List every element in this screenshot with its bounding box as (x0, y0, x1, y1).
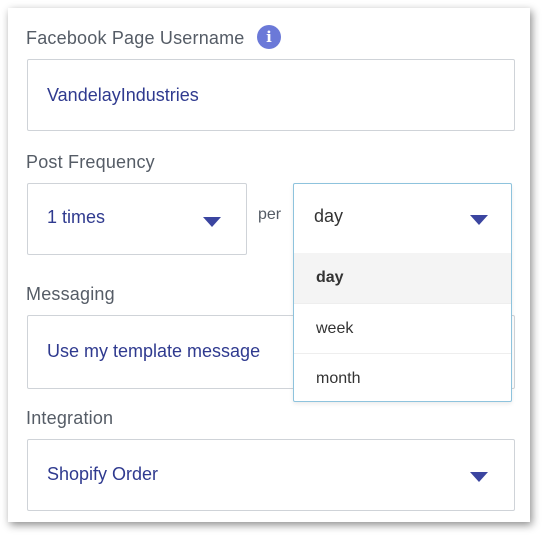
facebook-username-label: Facebook Page Username (26, 28, 245, 48)
period-option-month[interactable]: month (294, 353, 511, 403)
times-select[interactable]: 1 times (27, 183, 247, 255)
chevron-down-icon (470, 215, 488, 225)
messaging-label: Messaging (26, 284, 115, 304)
period-options-list: day week month (294, 253, 511, 403)
period-option-week[interactable]: week (294, 303, 511, 353)
messaging-value: Use my template message (47, 341, 261, 361)
facebook-username-field[interactable]: VandelayIndustries (27, 59, 515, 131)
times-value: 1 times (47, 207, 106, 227)
chevron-down-icon (470, 472, 488, 482)
integration-select[interactable]: Shopify Order (27, 439, 515, 511)
post-frequency-label: Post Frequency (26, 152, 155, 172)
per-label: per (258, 206, 282, 223)
facebook-username-value: VandelayIndustries (47, 85, 199, 105)
period-option-day[interactable]: day (294, 253, 511, 303)
integration-label: Integration (26, 408, 114, 428)
period-select[interactable]: day day week month (293, 183, 512, 402)
info-icon[interactable]: i (257, 25, 281, 49)
period-value: day (314, 206, 344, 226)
chevron-down-icon (203, 217, 221, 227)
integration-value: Shopify Order (47, 464, 159, 484)
